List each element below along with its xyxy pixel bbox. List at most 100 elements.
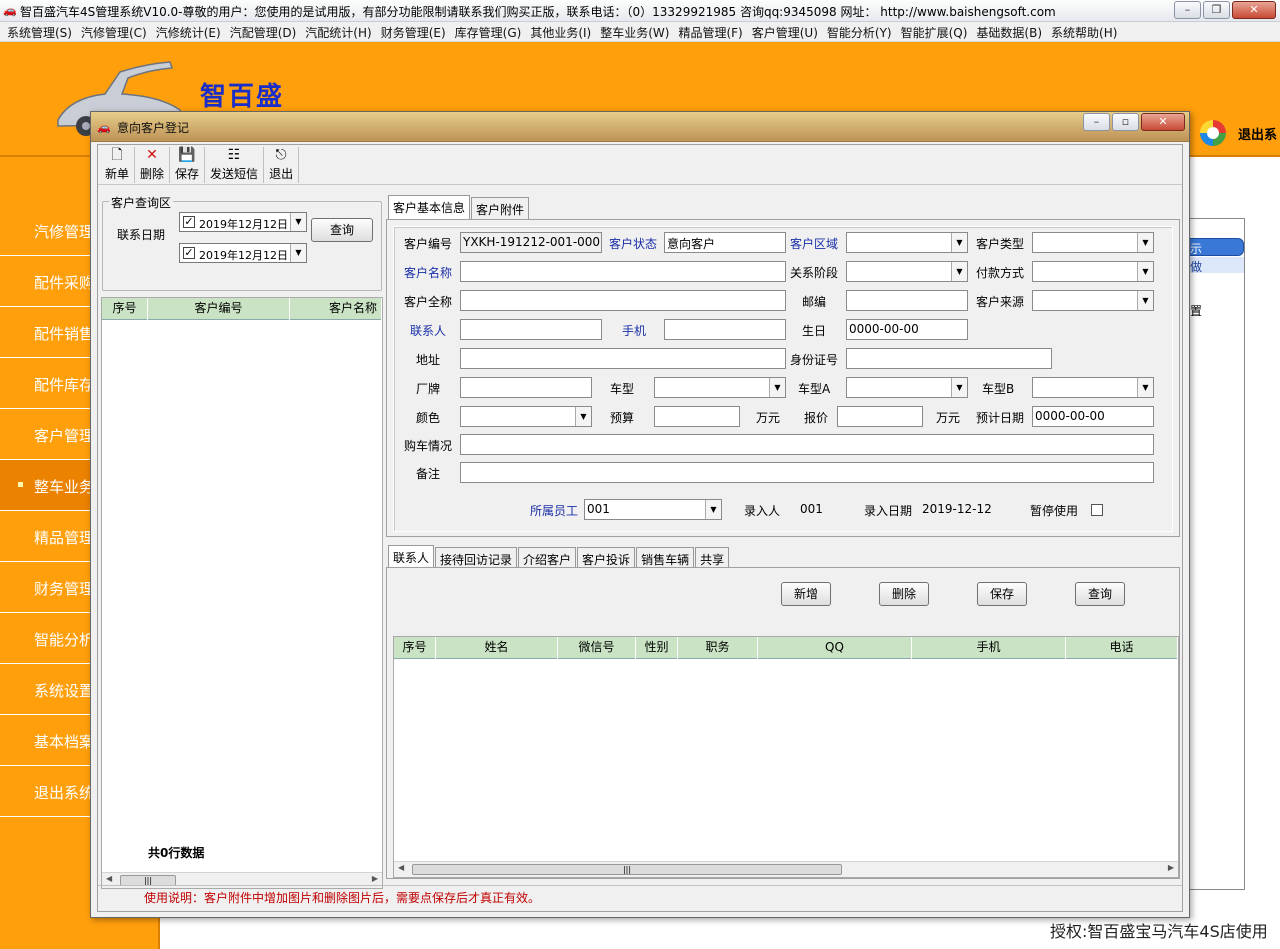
purchase-status-input[interactable] xyxy=(460,434,1154,455)
menu-help[interactable]: 系统帮助(H) xyxy=(1048,22,1123,41)
date-to-picker[interactable]: ✓ 2019年12月12日 ▼ xyxy=(179,243,307,263)
budget-input[interactable] xyxy=(654,406,740,427)
column-header[interactable]: 手机 xyxy=(912,637,1066,659)
scroll-right-icon[interactable]: ▶ xyxy=(372,874,378,883)
date-from-picker[interactable]: ✓ 2019年12月12日 ▼ xyxy=(179,212,307,232)
send-sms-button[interactable]: ☷ 发送短信 xyxy=(205,147,265,183)
menu-parts-stats[interactable]: 汽配统计(H) xyxy=(302,22,377,41)
menu-basic-data[interactable]: 基础数据(B) xyxy=(973,22,1048,41)
remark-input[interactable] xyxy=(460,462,1154,483)
column-header[interactable]: 序号 xyxy=(394,637,436,659)
add-contact-button[interactable]: 新增 xyxy=(781,582,831,606)
close-icon[interactable]: ✕ xyxy=(1141,113,1185,131)
minimize-icon[interactable]: – xyxy=(1083,113,1110,131)
expected-date-input[interactable]: 0000-00-00 xyxy=(1032,406,1154,427)
column-header[interactable]: 职务 xyxy=(678,637,758,659)
chevron-down-icon[interactable]: ▼ xyxy=(951,262,967,281)
menu-repair-stats[interactable]: 汽修统计(E) xyxy=(153,22,227,41)
relation-stage-select[interactable]: ▼ xyxy=(846,261,968,282)
customer-status-field[interactable]: 意向客户 xyxy=(664,232,786,253)
chevron-down-icon[interactable]: ▼ xyxy=(769,378,785,397)
birthday-input[interactable]: 0000-00-00 xyxy=(846,319,968,340)
chevron-down-icon[interactable]: ▼ xyxy=(951,378,967,397)
car-model-a-select[interactable]: ▼ xyxy=(846,377,968,398)
sms-list-icon: ☷ xyxy=(227,147,241,163)
customer-name-input[interactable] xyxy=(460,261,786,282)
color-select[interactable]: ▼ xyxy=(460,406,592,427)
column-header[interactable]: 客户名称 xyxy=(290,298,382,320)
staff-label: 所属员工 xyxy=(530,504,579,518)
query-contact-button[interactable]: 查询 xyxy=(1075,582,1125,606)
mobile-input[interactable] xyxy=(664,319,786,340)
menu-system[interactable]: 系统管理(S) xyxy=(4,22,78,41)
main-window-title: 智百盛汽车4S管理系统V10.0-尊敬的用户：您使用的是试用版，有部分功能限制请… xyxy=(20,5,1056,19)
chevron-down-icon[interactable]: ▼ xyxy=(1137,291,1153,310)
customer-region-select[interactable]: ▼ xyxy=(846,232,968,253)
staff-select-value: 001 xyxy=(587,502,610,516)
column-header[interactable]: QQ xyxy=(758,637,912,659)
column-header[interactable]: 姓名 xyxy=(436,637,558,659)
column-header[interactable]: 序号 xyxy=(102,298,148,320)
menu-vehicle[interactable]: 整车业务(W) xyxy=(597,22,675,41)
menu-analysis[interactable]: 智能分析(Y) xyxy=(824,22,898,41)
date-from-checkbox[interactable]: ✓ xyxy=(183,216,195,228)
new-button[interactable]: 🗋 新单 xyxy=(100,147,136,183)
column-header[interactable]: 电话 xyxy=(1066,637,1178,659)
scroll-left-icon[interactable]: ◀ xyxy=(398,863,404,872)
menu-boutique[interactable]: 精品管理(F) xyxy=(675,22,748,41)
contact-person-input[interactable] xyxy=(460,319,602,340)
pause-use-checkbox[interactable] xyxy=(1091,504,1103,516)
payment-method-select[interactable]: ▼ xyxy=(1032,261,1154,282)
close-icon[interactable]: ✕ xyxy=(1232,1,1276,19)
chevron-down-icon[interactable]: ▼ xyxy=(1137,233,1153,252)
id-card-input[interactable] xyxy=(846,348,1052,369)
menu-extension[interactable]: 智能扩展(Q) xyxy=(898,22,974,41)
chevron-down-icon[interactable]: ▼ xyxy=(290,213,306,231)
customer-source-select[interactable]: ▼ xyxy=(1032,290,1154,311)
column-header[interactable]: 微信号 xyxy=(558,637,636,659)
tab-basic-info[interactable]: 客户基本信息 xyxy=(388,195,471,220)
chevron-down-icon[interactable]: ▼ xyxy=(290,244,306,262)
chevron-down-icon[interactable]: ▼ xyxy=(951,233,967,252)
chevron-down-icon[interactable]: ▼ xyxy=(1137,262,1153,281)
sidebar-item-label: 财务管理 xyxy=(34,580,95,598)
exit-system-label[interactable]: 退出系 xyxy=(1238,124,1277,143)
menu-finance[interactable]: 财务管理(E) xyxy=(378,22,452,41)
column-header[interactable]: 客户编号 xyxy=(148,298,290,320)
minimize-icon[interactable]: – xyxy=(1174,1,1201,19)
maximize-icon[interactable]: ▫ xyxy=(1112,113,1139,131)
exit-system-icon[interactable] xyxy=(1200,120,1226,146)
chevron-down-icon[interactable]: ▼ xyxy=(705,500,721,519)
scroll-left-icon[interactable]: ◀ xyxy=(106,874,112,883)
save-button[interactable]: 💾 保存 xyxy=(170,147,206,183)
delete-contact-button[interactable]: 删除 xyxy=(879,582,929,606)
menu-other[interactable]: 其他业务(I) xyxy=(527,22,597,41)
scroll-thumb[interactable]: ||| xyxy=(412,864,842,875)
address-input[interactable] xyxy=(460,348,786,369)
brand-input[interactable] xyxy=(460,377,592,398)
save-contact-button[interactable]: 保存 xyxy=(977,582,1027,606)
exit-button[interactable]: ⎋ 退出 xyxy=(264,147,300,183)
column-header[interactable]: 性别 xyxy=(636,637,678,659)
menu-inventory[interactable]: 库存管理(G) xyxy=(452,22,528,41)
delete-button[interactable]: ✕ 删除 xyxy=(135,147,171,183)
quote-input[interactable] xyxy=(837,406,923,427)
car-model-select[interactable]: ▼ xyxy=(654,377,786,398)
restore-icon[interactable]: ❐ xyxy=(1203,1,1230,19)
scroll-right-icon[interactable]: ▶ xyxy=(1168,863,1174,872)
customer-type-select[interactable]: ▼ xyxy=(1032,232,1154,253)
query-button[interactable]: 查询 xyxy=(311,218,373,242)
car-model-b-select[interactable]: ▼ xyxy=(1032,377,1154,398)
mobile-label: 手机 xyxy=(622,324,647,338)
contact-grid-hscroll[interactable]: ◀ ||| ▶ xyxy=(394,861,1178,877)
staff-select[interactable]: 001 ▼ xyxy=(584,499,722,520)
zip-input[interactable] xyxy=(846,290,968,311)
menu-repair[interactable]: 汽修管理(C) xyxy=(78,22,153,41)
customer-fullname-input[interactable] xyxy=(460,290,786,311)
menu-customer[interactable]: 客户管理(U) xyxy=(749,22,824,41)
footer-separator xyxy=(98,885,1182,886)
date-to-checkbox[interactable]: ✓ xyxy=(183,247,195,259)
chevron-down-icon[interactable]: ▼ xyxy=(575,407,591,426)
menu-parts[interactable]: 汽配管理(D) xyxy=(227,22,303,41)
chevron-down-icon[interactable]: ▼ xyxy=(1137,378,1153,397)
